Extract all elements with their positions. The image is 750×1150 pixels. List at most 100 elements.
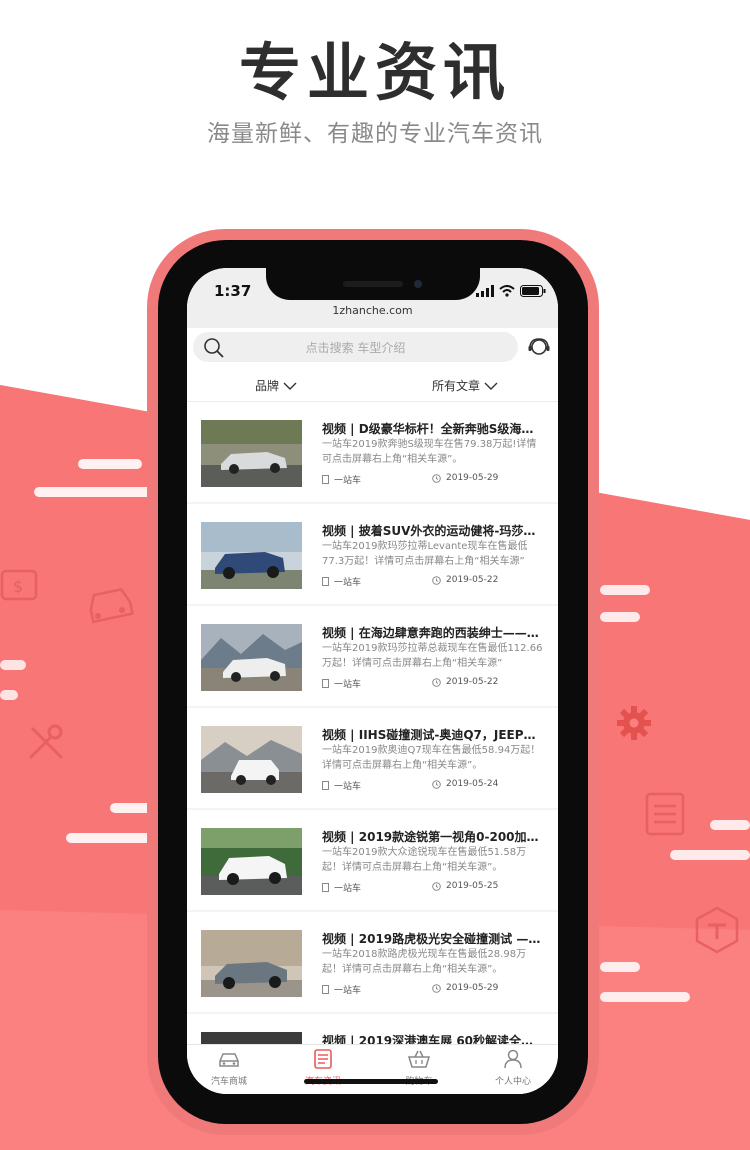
article-summary: 一站车2019款奔驰S级现车在售79.38万起!详情可点击屏幕右上角“相关车源”…: [322, 439, 537, 465]
chevron-down-icon: [484, 382, 498, 390]
page-headline: 专业资讯: [238, 36, 511, 109]
gear-icon: [617, 706, 651, 740]
source-icon: [322, 985, 329, 994]
article-thumbnail[interactable]: [201, 624, 302, 691]
article-source-label: 一站车: [334, 476, 362, 486]
list-item[interactable]: 视频 | 在海边肆意奔跑的西装绅士——… 一站车2019款玛莎拉蒂总裁现车在售最…: [187, 606, 558, 706]
article-source-label: 一站车: [334, 680, 362, 690]
article-title[interactable]: 视频 | D级豪华标杆！全新奔驰S级海外…: [322, 420, 544, 437]
article-source: 一站车: [322, 473, 361, 486]
clock-icon: [432, 881, 441, 891]
home-indicator[interactable]: [304, 1079, 438, 1084]
clock-icon: [432, 473, 441, 483]
brand-filter[interactable]: 品牌: [255, 377, 297, 394]
wrench-badge-icon: [695, 906, 739, 954]
article-thumbnail[interactable]: [201, 930, 302, 997]
article-summary: 一站车2019款奥迪Q7现车在售最低58.94万起！详情可点击屏幕右上角“相关车…: [322, 745, 541, 771]
article-source: 一站车: [322, 677, 361, 690]
tools-icon: [28, 724, 64, 760]
list-item[interactable]: 视频 | 披着SUV外衣的运动健将-玛莎拉… 一站车2019款玛莎拉蒂Levan…: [187, 504, 558, 604]
article-source: 一站车: [322, 575, 361, 588]
list-item[interactable]: 视频 | D级豪华标杆！全新奔驰S级海外… 一站车2019款奔驰S级现车在售79…: [187, 402, 558, 502]
article-source: 一站车: [322, 881, 361, 894]
clock-icon: [432, 779, 441, 789]
articles-filter[interactable]: 所有文章: [432, 377, 498, 394]
system-icons: [476, 284, 546, 298]
money-icon: $: [0, 569, 38, 601]
article-source-label: 一站车: [334, 578, 362, 588]
article-date: 2019-05-24: [432, 779, 498, 789]
source-icon: [322, 679, 329, 688]
article-date-label: 2019-05-22: [446, 677, 499, 687]
list-item[interactable]: 视频 | 2019深港澳车展 60秒解读全新路…: [187, 1014, 558, 1048]
clock-icon: [432, 575, 441, 585]
chevron-down-icon: [283, 382, 297, 390]
article-thumbnail[interactable]: [201, 726, 302, 793]
article-title[interactable]: 视频 | IIHS碰撞测试-奥迪Q7，JEEP大…: [322, 726, 544, 743]
promo-page: $ 专业资讯 海量新鲜、有趣的专业汽车资讯 1:37 1zhanche.com …: [0, 0, 750, 1150]
source-icon: [322, 475, 329, 484]
article-title[interactable]: 视频 | 在海边肆意奔跑的西装绅士——…: [322, 624, 544, 641]
article-source-label: 一站车: [334, 782, 362, 792]
phone-screen: 1:37 1zhanche.com 点击搜索 车型介绍 品牌 所有文章 视频 |…: [187, 268, 558, 1094]
article-date: 2019-05-25: [432, 881, 498, 891]
wifi-icon: [499, 285, 515, 297]
article-source: 一站车: [322, 779, 361, 792]
search-row: 点击搜索 车型介绍: [187, 328, 558, 368]
article-date: 2019-05-22: [432, 677, 498, 687]
article-date-label: 2019-05-29: [446, 473, 499, 483]
article-source: 一站车: [322, 983, 361, 996]
url-text: 1zhanche.com: [332, 304, 413, 317]
articles-filter-label: 所有文章: [432, 379, 481, 393]
tab-user-center[interactable]: 个人中心: [473, 1049, 553, 1087]
article-title[interactable]: 视频 | 2019路虎极光安全碰撞测试 — 1…: [322, 930, 544, 947]
source-icon: [322, 781, 329, 790]
article-source-label: 一站车: [334, 884, 362, 894]
url-bar[interactable]: 1zhanche.com: [187, 304, 558, 328]
signal-icon: [476, 285, 494, 297]
list-item[interactable]: 视频 | 2019款途锐第一视角0-200加速… 一站车2019款大众途锐现车在…: [187, 810, 558, 910]
source-icon: [322, 883, 329, 892]
list-item[interactable]: 视频 | IIHS碰撞测试-奥迪Q7，JEEP大… 一站车2019款奥迪Q7现车…: [187, 708, 558, 808]
search-placeholder: 点击搜索 车型介绍: [305, 341, 406, 355]
document-icon: [645, 792, 685, 836]
article-list: 视频 | D级豪华标杆！全新奔驰S级海外… 一站车2019款奔驰S级现车在售79…: [187, 402, 558, 1048]
article-summary: 一站车2019款大众途锐现车在售最低51.58万起！详情可点击屏幕右上角“相关车…: [322, 847, 527, 873]
article-title[interactable]: 视频 | 披着SUV外衣的运动健将-玛莎拉…: [322, 522, 544, 539]
article-summary: 一站车2019款玛莎拉蒂总裁现车在售最低112.66万起！详情可点击屏幕右上角“…: [322, 643, 543, 669]
article-thumbnail[interactable]: [201, 522, 302, 589]
article-date: 2019-05-29: [432, 473, 498, 483]
phone-speaker: [343, 281, 403, 287]
bottom-tab-bar: 汽车商城 汽车资讯 购物车: [187, 1044, 558, 1094]
article-date: 2019-05-29: [432, 983, 498, 993]
article-date-label: 2019-05-25: [446, 881, 499, 891]
search-input[interactable]: 点击搜索 车型介绍: [193, 332, 518, 362]
clock-icon: [432, 677, 441, 687]
article-source-label: 一站车: [334, 986, 362, 996]
article-thumbnail[interactable]: [201, 828, 302, 895]
page-subheadline: 海量新鲜、有趣的专业汽车资讯: [207, 121, 543, 147]
list-item[interactable]: 视频 | 2019路虎极光安全碰撞测试 — 1… 一站车2018款路虎极光现车在…: [187, 912, 558, 1012]
svg-text:$: $: [13, 577, 23, 596]
user-icon: [504, 1049, 522, 1069]
brand-filter-label: 品牌: [255, 379, 280, 393]
battery-icon: [520, 285, 546, 297]
tab-label: 个人中心: [494, 1077, 531, 1087]
article-thumbnail[interactable]: [201, 420, 302, 487]
clock-icon: [432, 983, 441, 993]
article-summary: 一站车2018款路虎极光现车在售最低28.98万起！详情可点击屏幕右上角“相关车…: [322, 949, 527, 975]
customer-service-icon[interactable]: [527, 336, 551, 358]
car-icon: [219, 1053, 239, 1067]
article-summary: 一站车2019款玛莎拉蒂Levante现车在售最低77.3万起！详情可点击屏幕右…: [322, 541, 528, 567]
article-date-label: 2019-05-22: [446, 575, 499, 585]
phone-camera: [414, 280, 422, 288]
source-icon: [322, 577, 329, 586]
tab-car-mall[interactable]: 汽车商城: [189, 1049, 269, 1087]
article-date-label: 2019-05-24: [446, 779, 499, 789]
basket-icon: [407, 1050, 431, 1068]
article-title[interactable]: 视频 | 2019款途锐第一视角0-200加速…: [322, 828, 544, 845]
article-date-label: 2019-05-29: [446, 983, 499, 993]
car-outline-icon: [89, 587, 134, 624]
news-icon: [314, 1049, 332, 1069]
filter-row: 品牌 所有文章: [187, 368, 558, 402]
